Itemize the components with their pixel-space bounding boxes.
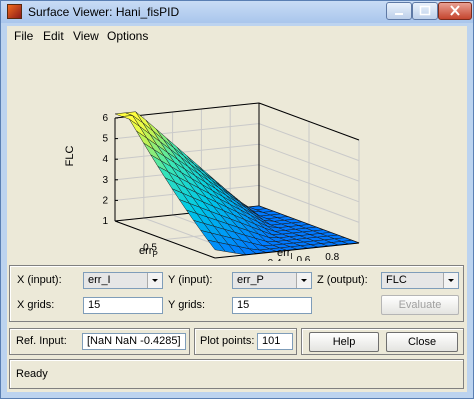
x-input-label: X (input): [17, 274, 62, 286]
z-tick-label: 1 [102, 216, 108, 227]
z-tick-label: 2 [102, 195, 108, 206]
z-tick-label: 6 [102, 113, 108, 124]
variables-panel: X (input): err_I Y (input): err_P Z (out… [9, 265, 464, 322]
z-output-value: FLC [386, 274, 407, 286]
matlab-icon [7, 4, 22, 19]
ref-input-panel: Ref. Input: [NaN NaN -0.4285] [9, 328, 190, 355]
z-tick-label: 5 [102, 134, 108, 145]
y-input-value: err_P [237, 274, 264, 286]
status-text: Ready [16, 368, 48, 380]
z-axis-label: FLC [64, 146, 76, 167]
err-i-label-subscript: I [290, 252, 292, 261]
title-bar: Surface Viewer: Hani_fisPID [1, 1, 473, 23]
x-input-select[interactable]: err_I [83, 272, 163, 289]
chevron-down-icon [152, 279, 158, 282]
y-input-select[interactable]: err_P [232, 272, 312, 289]
y-input-dropdown[interactable] [296, 273, 311, 288]
menu-edit[interactable]: Edit [43, 29, 64, 43]
maximize-button[interactable] [412, 2, 438, 20]
y-input-label: Y (input): [168, 274, 213, 286]
status-panel: Ready [9, 359, 464, 389]
x-input-dropdown[interactable] [147, 273, 162, 288]
maximize-icon [419, 5, 431, 16]
close-button[interactable]: Close [386, 332, 458, 352]
err-i-tick-label: 0.8 [325, 252, 339, 261]
surface-plot[interactable]: 6543210.5000.20.40.60.8 FLC errP errI [7, 46, 467, 275]
chevron-down-icon [301, 279, 307, 282]
minimize-button[interactable] [386, 2, 412, 20]
x-grids-label: X grids: [17, 299, 55, 311]
menu-bar: File Edit View Options [7, 26, 467, 46]
client-area: 6543210.5000.20.40.60.8 FLC errP errI X … [7, 46, 467, 392]
help-button[interactable]: Help [309, 332, 379, 352]
surface-mesh [114, 111, 360, 256]
ref-input-field[interactable]: [NaN NaN -0.4285] [82, 333, 186, 350]
surface-viewer-window: Surface Viewer: Hani_fisPID File Edit Vi… [0, 0, 474, 399]
surface-plot-area[interactable]: 6543210.5000.20.40.60.8 FLC errP errI [7, 46, 467, 275]
x-input-value: err_I [88, 274, 111, 286]
z-output-dropdown[interactable] [443, 273, 458, 288]
err-i-tick-label: 0.6 [296, 255, 310, 261]
close-icon [450, 5, 460, 16]
close-window-button[interactable] [438, 2, 472, 20]
plot-points-panel: Plot points: 101 [194, 328, 297, 355]
menu-options[interactable]: Options [107, 29, 148, 43]
menu-file[interactable]: File [14, 29, 33, 43]
evaluate-button[interactable]: Evaluate [381, 295, 459, 315]
y-grids-field[interactable]: 15 [232, 297, 312, 314]
window-title: Surface Viewer: Hani_fisPID [28, 5, 180, 19]
ref-input-label: Ref. Input: [16, 335, 67, 347]
minimize-icon [395, 13, 403, 15]
buttons-panel: Help Close [301, 328, 464, 355]
z-output-select[interactable]: FLC [381, 272, 459, 289]
plot-points-label: Plot points: [200, 335, 255, 347]
plot-points-field[interactable]: 101 [257, 333, 293, 350]
err-i-axis-label: errI [277, 247, 293, 261]
z-tick-label: 4 [102, 154, 108, 165]
err-p-label-text: err [139, 245, 153, 257]
err-i-label-text: err [277, 247, 291, 259]
z-tick-label: 3 [102, 175, 108, 186]
err-p-label-subscript: P [152, 250, 157, 259]
menu-view[interactable]: View [73, 29, 99, 43]
z-output-label: Z (output): [317, 274, 368, 286]
y-grids-label: Y grids: [168, 299, 206, 311]
x-grids-field[interactable]: 15 [83, 297, 163, 314]
chevron-down-icon [448, 279, 454, 282]
